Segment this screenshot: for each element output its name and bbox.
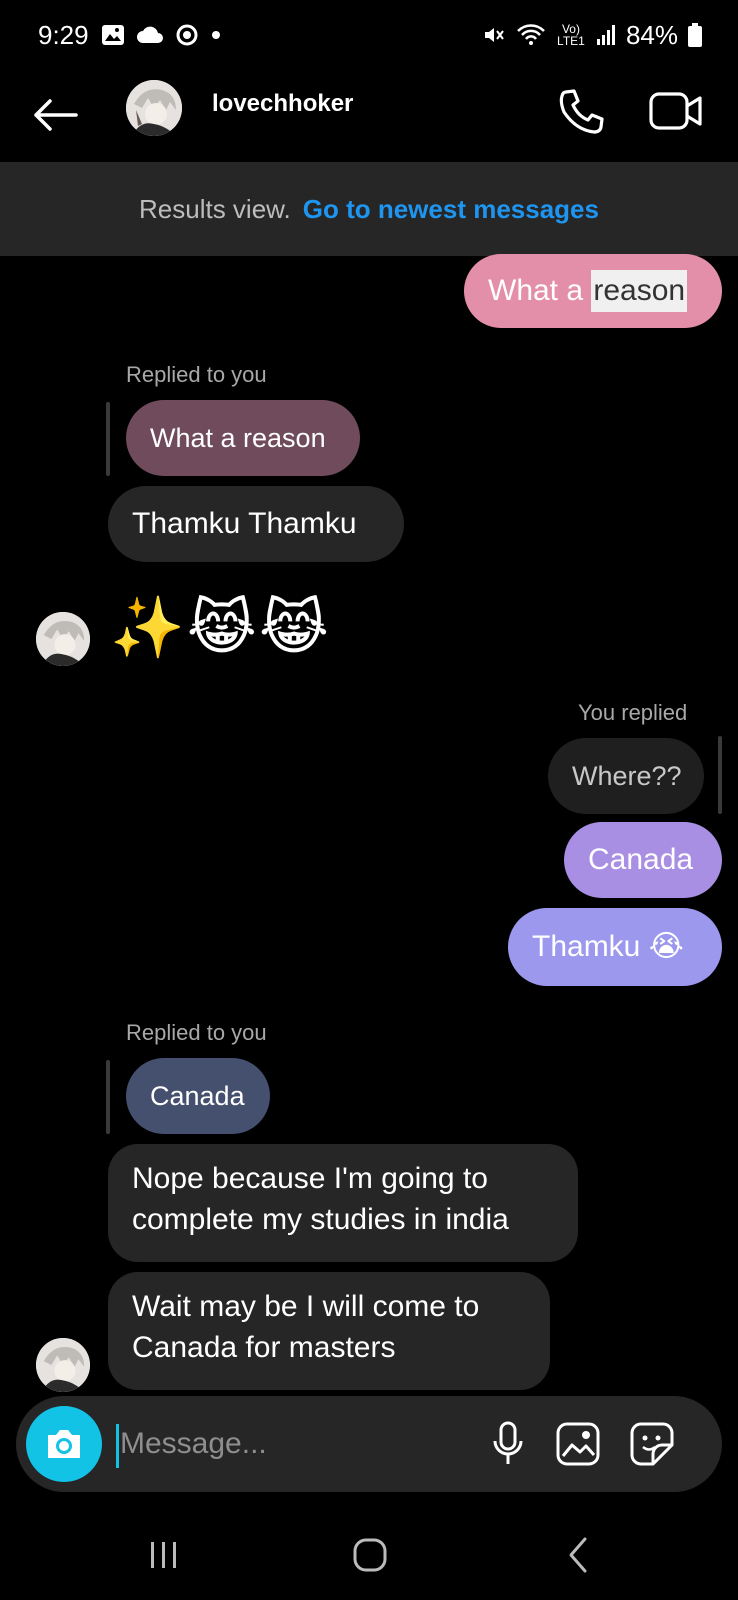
go-to-newest-link[interactable]: Go to newest messages xyxy=(303,194,599,225)
message-text-line: Nope because I'm going to xyxy=(132,1162,488,1195)
sticker-button[interactable] xyxy=(626,1418,678,1470)
phone-icon xyxy=(559,89,604,134)
video-call-button[interactable] xyxy=(648,86,704,136)
sender-avatar[interactable] xyxy=(36,1338,90,1392)
replied-to-you-label: Replied to you xyxy=(126,362,267,387)
gallery-button[interactable] xyxy=(552,1418,604,1470)
message-text: Thamku Thamku xyxy=(132,507,357,540)
system-nav-bar xyxy=(0,1510,738,1600)
mute-icon xyxy=(482,23,506,47)
outgoing-message[interactable]: Thamku 😭 xyxy=(508,908,722,986)
message-input[interactable] xyxy=(120,1416,450,1472)
status-bar: 9:29 Vo) LTE1 84% xyxy=(0,0,738,70)
chat-header: lovechhoker xyxy=(0,72,738,162)
reply-indicator-line xyxy=(718,736,722,814)
home-icon xyxy=(353,1538,387,1572)
arrow-left-icon xyxy=(34,99,78,131)
camera-icon xyxy=(48,1430,80,1458)
microphone-button[interactable] xyxy=(482,1418,534,1470)
incoming-message[interactable]: Wait may be I will come to Canada for ma… xyxy=(108,1272,550,1390)
quoted-message[interactable]: Canada xyxy=(126,1058,270,1134)
results-view-banner: Results view. Go to newest messages xyxy=(0,162,738,256)
image-icon xyxy=(556,1422,600,1466)
incoming-message[interactable]: Nope because I'm going to complete my st… xyxy=(108,1144,578,1262)
camera-button[interactable] xyxy=(26,1406,102,1482)
signal-icon xyxy=(596,24,616,46)
quoted-text: Canada xyxy=(150,1081,245,1111)
message-text: Thamku 😭 xyxy=(532,930,684,963)
sticker-icon xyxy=(630,1422,674,1466)
emoji-message[interactable]: ✨😹😹 xyxy=(110,590,331,666)
voice-call-button[interactable] xyxy=(556,86,606,136)
results-view-label: Results view. xyxy=(139,193,291,224)
battery-icon xyxy=(688,23,702,47)
profile-avatar[interactable] xyxy=(126,80,182,136)
notification-dot-icon xyxy=(211,30,221,40)
chevron-left-icon xyxy=(569,1537,587,1573)
quoted-message[interactable]: What a reason xyxy=(126,400,360,476)
message-text-line: complete my studies in india xyxy=(132,1203,509,1236)
reply-indicator-line xyxy=(106,1060,110,1134)
gallery-icon xyxy=(101,24,125,46)
outgoing-message[interactable]: Canada xyxy=(564,822,722,898)
recent-apps-button[interactable] xyxy=(134,1530,194,1580)
replied-to-you-label: Replied to you xyxy=(126,1020,267,1045)
sender-avatar[interactable] xyxy=(36,612,90,666)
highlighted-search-term: reason xyxy=(591,270,688,312)
reply-indicator-line xyxy=(106,402,110,476)
message-composer xyxy=(16,1396,722,1492)
message-text: What a xyxy=(488,274,592,307)
back-nav-button[interactable] xyxy=(548,1530,608,1580)
battery-percent: 84% xyxy=(625,19,678,50)
header-username[interactable]: lovechhoker xyxy=(212,90,353,118)
cloud-icon xyxy=(136,26,163,44)
home-button[interactable] xyxy=(340,1530,400,1580)
message-text: Canada xyxy=(588,843,694,876)
quoted-message[interactable]: Where?? xyxy=(548,738,704,814)
incoming-message[interactable]: Thamku Thamku xyxy=(108,486,404,562)
status-time: 9:29 xyxy=(38,19,89,50)
text-cursor xyxy=(116,1424,119,1468)
outgoing-message[interactable]: What a reason xyxy=(464,254,722,328)
microphone-icon xyxy=(493,1421,523,1464)
message-text-line: Wait may be I will come to xyxy=(132,1290,480,1323)
back-button[interactable] xyxy=(30,90,80,140)
recent-apps-icon xyxy=(151,1542,176,1568)
wifi-icon xyxy=(516,23,546,47)
quoted-text: Where?? xyxy=(572,761,682,791)
you-replied-label: You replied xyxy=(578,700,688,725)
quoted-text: What a reason xyxy=(150,423,326,453)
sync-icon xyxy=(175,23,199,47)
network-label: Vo) LTE1 xyxy=(557,22,585,48)
message-text-line: Canada for masters xyxy=(132,1331,396,1364)
video-camera-icon xyxy=(649,92,702,130)
